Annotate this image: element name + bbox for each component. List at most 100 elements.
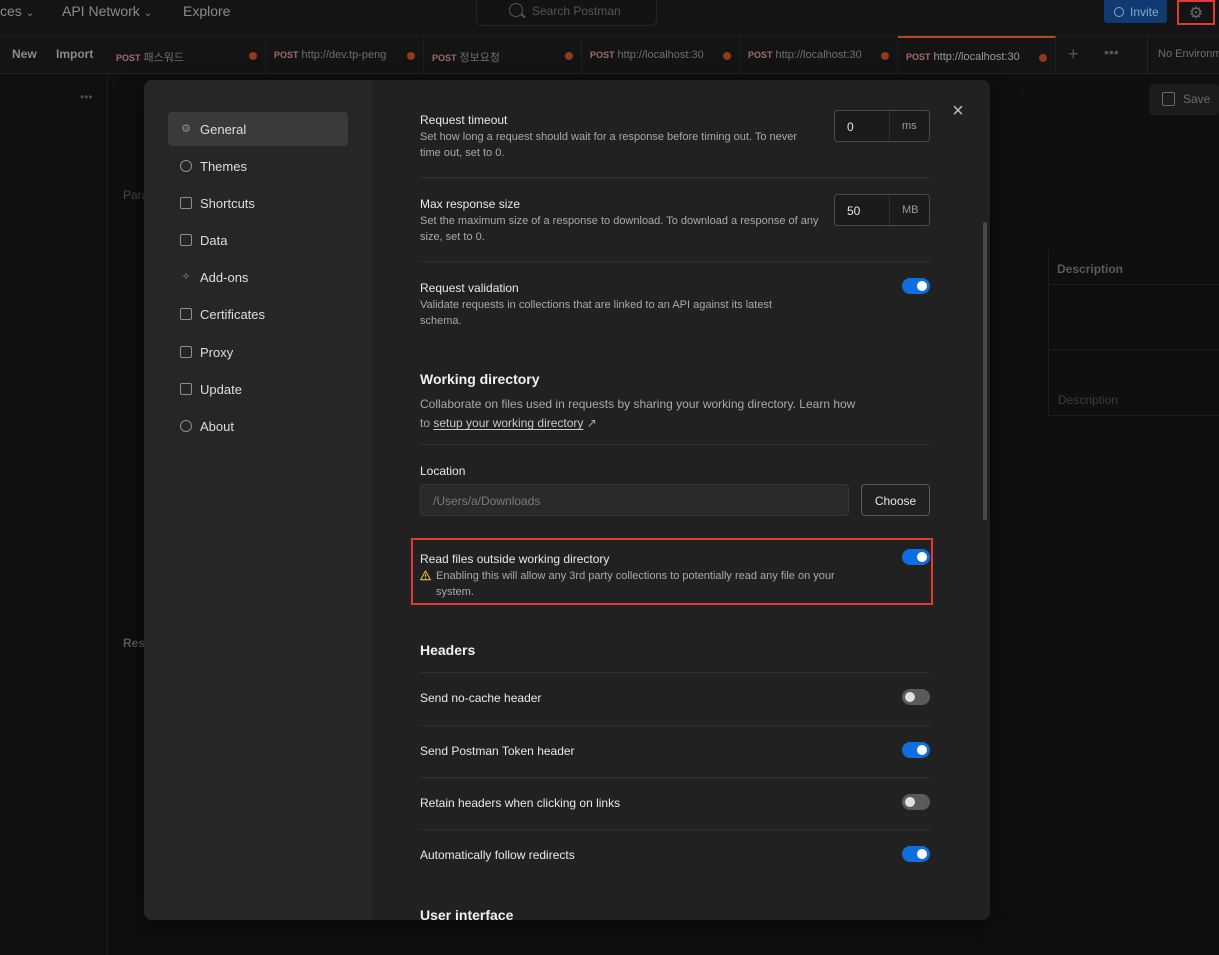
setup-working-directory-link[interactable]: setup your working directory [433, 416, 583, 430]
divider [1048, 284, 1219, 285]
request-tab-active[interactable]: POST http://localhost:30 [898, 36, 1056, 74]
chevron-down-icon: ⌄ [25, 8, 35, 19]
save-icon [1162, 92, 1175, 106]
settings-nav-update[interactable]: Update [168, 372, 348, 406]
settings-modal: ⚙ General Themes Shortcuts Data ✧ Add-ons … [144, 80, 990, 920]
method-badge: POST [274, 50, 299, 60]
request-tab[interactable]: POST 정보요청 [424, 36, 582, 74]
nav-label: Add-ons [200, 270, 249, 285]
new-tab-icon[interactable]: + [1068, 44, 1079, 65]
tab-name: http://localhost:30 [617, 49, 704, 61]
search-input[interactable]: Search Postman [476, 0, 657, 26]
request-timeout-input[interactable]: 0 ms [834, 110, 930, 142]
warning-icon [420, 570, 431, 581]
divider [420, 177, 930, 178]
max-response-size-input[interactable]: 50 MB [834, 194, 930, 226]
download-icon [180, 383, 192, 395]
invite-label: Invite [1130, 5, 1159, 19]
proxy-icon [180, 346, 192, 358]
choose-button[interactable]: Choose [861, 484, 930, 516]
divider [420, 444, 930, 445]
max-response-size-value: 50 [847, 204, 861, 218]
request-tab[interactable]: POST 패스워드 [108, 36, 266, 74]
nav-label: Shortcuts [200, 196, 255, 211]
read-outside-toggle[interactable] [902, 549, 930, 565]
settings-content[interactable]: × Request timeout Set how long a request… [372, 80, 990, 920]
postman-token-toggle[interactable] [902, 742, 930, 758]
user-interface-heading: User interface [420, 907, 514, 920]
save-button[interactable]: Save [1149, 84, 1219, 115]
request-timeout-unit: ms [889, 111, 929, 141]
request-tab[interactable]: POST http://localhost:30 [582, 36, 740, 74]
palette-icon [180, 160, 192, 172]
request-timeout-title: Request timeout [420, 113, 508, 127]
scrollbar[interactable] [983, 222, 987, 520]
settings-nav-about[interactable]: About [168, 409, 348, 443]
retain-headers-label: Retain headers when clicking on links [420, 796, 621, 810]
sidebar [0, 74, 108, 955]
postman-token-label: Send Postman Token header [420, 744, 575, 758]
workspaces-label: ces [0, 3, 22, 19]
divider [420, 829, 930, 830]
settings-nav-proxy[interactable]: Proxy [168, 335, 348, 369]
tab-name: 패스워드 [143, 52, 184, 64]
settings-nav-themes[interactable]: Themes [168, 149, 348, 183]
tab-name: http://dev.tp-peng [301, 49, 387, 61]
invite-button[interactable]: Invite [1104, 0, 1167, 23]
settings-nav-general[interactable]: ⚙ General [168, 112, 348, 146]
response-label: Res [123, 636, 146, 650]
tab-name: 정보요청 [459, 52, 500, 64]
description-placeholder: Description [1058, 393, 1119, 407]
request-tab-bar: New Import POST 패스워드 POST http://dev.tp-pe… [0, 36, 1219, 74]
unsaved-dot [881, 52, 889, 60]
add-user-icon [1114, 7, 1124, 17]
search-icon [509, 3, 523, 17]
toggle-knob [917, 281, 927, 291]
settings-nav: ⚙ General Themes Shortcuts Data ✧ Add-ons … [144, 80, 372, 920]
settings-button[interactable]: ⚙ [1177, 0, 1215, 25]
settings-nav-shortcuts[interactable]: Shortcuts [168, 186, 348, 220]
toggle-knob [917, 849, 927, 859]
external-link-icon: ↗ [586, 416, 597, 430]
read-outside-title: Read files outside working directory [420, 552, 610, 566]
request-tab[interactable]: POST http://localhost:30 [740, 36, 898, 74]
follow-redirects-label: Automatically follow redirects [420, 848, 575, 862]
divider [1048, 349, 1219, 350]
location-input[interactable]: /Users/a/Downloads [420, 484, 849, 516]
method-badge: POST [432, 53, 457, 63]
more-options-icon[interactable]: ••• [80, 90, 93, 104]
max-response-size-desc: Set the maximum size of a response to do… [420, 215, 819, 243]
info-icon [180, 420, 192, 432]
explore-link[interactable]: Explore [183, 3, 230, 19]
tab-name: http://localhost:30 [775, 49, 862, 61]
top-bar: ces ⌄ API Network ⌄ Explore Search Postman… [0, 0, 1219, 36]
follow-redirects-toggle[interactable] [902, 846, 930, 862]
unsaved-dot [1039, 54, 1047, 62]
toggle-knob [905, 692, 915, 702]
close-icon[interactable]: × [948, 101, 968, 122]
unsaved-dot [723, 52, 731, 60]
method-badge: POST [116, 53, 141, 63]
divider [420, 777, 930, 778]
request-validation-toggle[interactable] [902, 278, 930, 294]
request-validation-title: Request validation [420, 281, 519, 295]
more-tabs-icon[interactable]: ••• [1104, 44, 1119, 60]
settings-nav-addons[interactable]: ✧ Add-ons [168, 260, 348, 294]
settings-nav-data[interactable]: Data [168, 223, 348, 257]
api-network-menu[interactable]: API Network ⌄ [62, 3, 152, 19]
tab-name: http://localhost:30 [933, 51, 1020, 63]
settings-nav-certificates[interactable]: Certificates [168, 297, 348, 331]
workspaces-menu[interactable]: ces ⌄ [0, 3, 34, 19]
toggle-knob [917, 552, 927, 562]
no-cache-toggle[interactable] [902, 689, 930, 705]
import-button[interactable]: Import [56, 47, 93, 61]
retain-headers-toggle[interactable] [902, 794, 930, 810]
new-button[interactable]: New [12, 47, 37, 61]
environment-select[interactable]: No Environm [1147, 36, 1219, 74]
no-cache-label: Send no-cache header [420, 691, 542, 705]
method-badge: POST [748, 50, 773, 60]
search-placeholder: Search Postman [532, 4, 621, 18]
unsaved-dot [565, 52, 573, 60]
request-tab[interactable]: POST http://dev.tp-peng [266, 36, 424, 74]
chevron-down-icon: ⌄ [143, 8, 153, 19]
